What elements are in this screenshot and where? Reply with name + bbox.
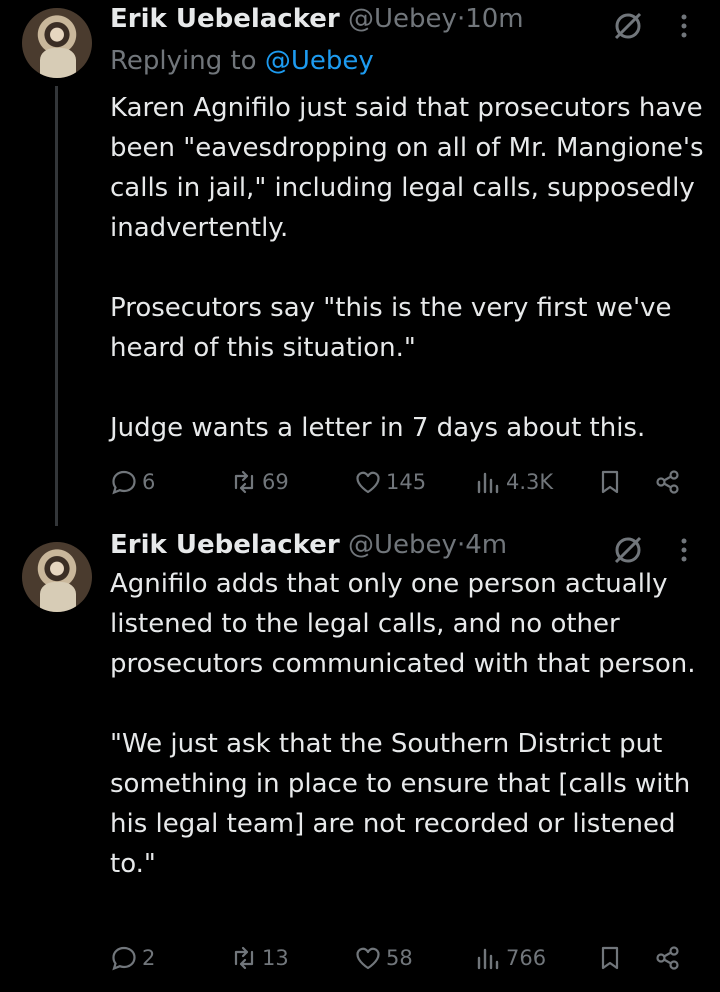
like-button[interactable]: 58 — [354, 938, 413, 978]
reply-count: 2 — [142, 946, 156, 970]
views-button[interactable]: 766 — [474, 938, 546, 978]
bookmark-button[interactable] — [596, 462, 624, 502]
avatar[interactable] — [22, 8, 92, 78]
separator-dot: · — [456, 530, 466, 560]
replying-mention-link[interactable]: @Uebey — [265, 46, 374, 76]
views-count: 766 — [506, 946, 547, 970]
like-count: 145 — [386, 470, 427, 494]
separator-dot: · — [456, 4, 466, 34]
tweet-2[interactable]: Erik Uebelacker @Uebey·4m Agnifilo adds … — [0, 528, 720, 992]
action-bar: 2 13 58 766 — [110, 938, 690, 978]
like-button[interactable]: 145 — [354, 462, 426, 502]
bookmark-icon — [601, 946, 619, 970]
repost-button[interactable]: 69 — [230, 462, 289, 502]
repost-count: 69 — [262, 470, 289, 494]
timestamp[interactable]: 4m — [465, 530, 507, 560]
views-icon — [477, 472, 499, 494]
reply-icon — [112, 946, 136, 971]
heart-icon — [356, 471, 380, 494]
like-count: 58 — [386, 946, 413, 970]
bookmark-button[interactable] — [596, 938, 624, 978]
repost-icon — [234, 946, 254, 970]
timestamp[interactable]: 10m — [465, 4, 523, 34]
more-icon[interactable] — [676, 10, 692, 42]
grok-icon[interactable] — [612, 534, 644, 566]
repost-count: 13 — [262, 946, 289, 970]
tweet-text: Agnifilo adds that only one person actua… — [110, 569, 696, 879]
author-handle[interactable]: @Uebey — [348, 530, 457, 560]
reply-icon — [112, 470, 136, 495]
reply-count: 6 — [142, 470, 156, 494]
action-bar: 6 69 145 4.3K — [110, 462, 690, 502]
author-handle[interactable]: @Uebey — [348, 4, 457, 34]
author-name[interactable]: Erik Uebelacker — [110, 530, 340, 560]
tweet-text: Karen Agnifilo just said that prosecutor… — [110, 93, 704, 443]
views-count: 4.3K — [506, 470, 554, 494]
tweet-1[interactable]: Erik Uebelacker @Uebey·10m Replying to @… — [0, 0, 720, 526]
tweet-header: Erik Uebelacker @Uebey·10m — [110, 4, 524, 38]
avatar[interactable] — [22, 542, 92, 612]
replying-label: Replying to — [110, 46, 265, 76]
author-name[interactable]: Erik Uebelacker — [110, 4, 340, 34]
share-icon — [656, 470, 679, 494]
share-button[interactable] — [654, 462, 682, 502]
grok-icon[interactable] — [612, 10, 644, 42]
share-button[interactable] — [654, 938, 682, 978]
reply-button[interactable]: 2 — [110, 938, 155, 978]
heart-icon — [356, 947, 380, 970]
thread-line — [55, 86, 58, 526]
repost-button[interactable]: 13 — [230, 938, 289, 978]
reply-button[interactable]: 6 — [110, 462, 155, 502]
more-icon[interactable] — [676, 534, 692, 566]
tweet-header: Erik Uebelacker @Uebey·4m — [110, 530, 507, 564]
repost-icon — [234, 470, 254, 494]
bookmark-icon — [601, 470, 619, 494]
views-icon — [477, 948, 499, 970]
share-icon — [656, 946, 679, 970]
views-button[interactable]: 4.3K — [474, 462, 553, 502]
replying-to: Replying to @Uebey — [110, 46, 374, 76]
